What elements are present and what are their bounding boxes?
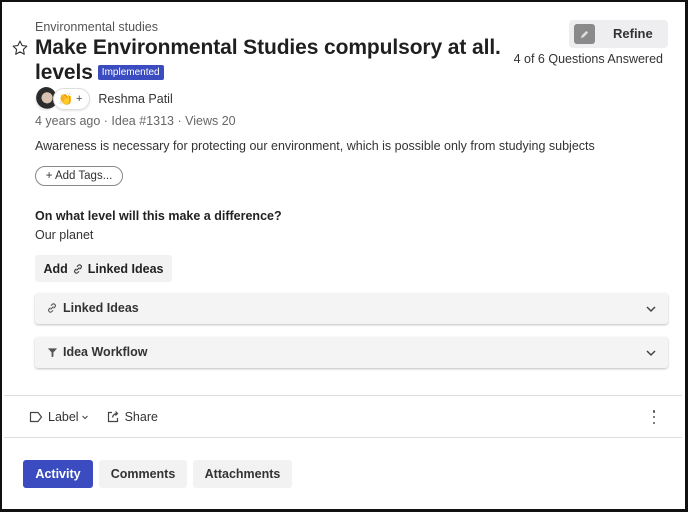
add-tags-button[interactable]: + Add Tags... — [35, 166, 123, 186]
tab-comments[interactable]: Comments — [99, 460, 187, 488]
add-linked-suffix: Linked Ideas — [87, 261, 164, 276]
add-reaction-icon: + — [75, 93, 83, 105]
filter-icon — [46, 345, 58, 359]
reaction-button[interactable]: 👏 + — [53, 88, 91, 110]
pencil-icon — [574, 24, 595, 44]
questions-answered: 4 of 6 Questions Answered — [513, 52, 663, 66]
share-text: Share — [124, 410, 158, 424]
refine-label: Refine — [613, 26, 653, 41]
accordion-idea-workflow[interactable]: Idea Workflow — [35, 337, 668, 368]
add-linked-prefix: Add — [43, 261, 68, 276]
idea-title: Make Environmental Studies compulsory at… — [35, 35, 505, 85]
divider — [4, 437, 682, 438]
divider — [4, 395, 682, 396]
tab-activity[interactable]: Activity — [23, 460, 93, 488]
author-name[interactable]: Reshma Patil — [98, 92, 172, 106]
favorite-star-icon[interactable] — [11, 39, 29, 57]
idea-category: Environmental studies — [35, 20, 158, 34]
label-dropdown[interactable]: Label — [29, 410, 89, 424]
author-row: 👏 + Reshma Patil — [35, 86, 173, 112]
idea-description: Awareness is necessary for protecting ou… — [35, 139, 595, 153]
idea-meta: 4 years ago · Idea #1313 · Views 20 — [35, 114, 236, 128]
chevron-down-icon — [81, 415, 88, 420]
link-icon — [46, 301, 58, 315]
chevron-down-icon[interactable] — [645, 347, 657, 359]
accordion-label: Linked Ideas — [63, 301, 139, 315]
accordion-label: Idea Workflow — [63, 345, 148, 359]
idea-detail-panel: Environmental studies Make Environmental… — [0, 0, 688, 512]
status-badge: Implemented — [97, 65, 164, 80]
question-answer: Our planet — [35, 228, 94, 242]
share-button[interactable]: Share — [106, 410, 158, 424]
accordion-linked-ideas[interactable]: Linked Ideas — [35, 293, 668, 324]
chevron-down-icon[interactable] — [645, 303, 657, 315]
refine-button[interactable]: Refine — [569, 20, 668, 48]
label-tag-icon — [29, 411, 43, 423]
question-label: On what level will this make a differenc… — [35, 209, 282, 223]
share-icon — [107, 411, 118, 423]
tab-attachments[interactable]: Attachments — [193, 460, 292, 488]
label-text: Label — [48, 410, 79, 424]
clap-icon: 👏 — [58, 92, 73, 106]
action-bar: Label Share — [29, 407, 175, 427]
add-linked-ideas-button[interactable]: Add Linked Ideas — [35, 255, 172, 282]
link-icon — [73, 263, 82, 274]
more-options-icon[interactable] — [648, 408, 660, 426]
